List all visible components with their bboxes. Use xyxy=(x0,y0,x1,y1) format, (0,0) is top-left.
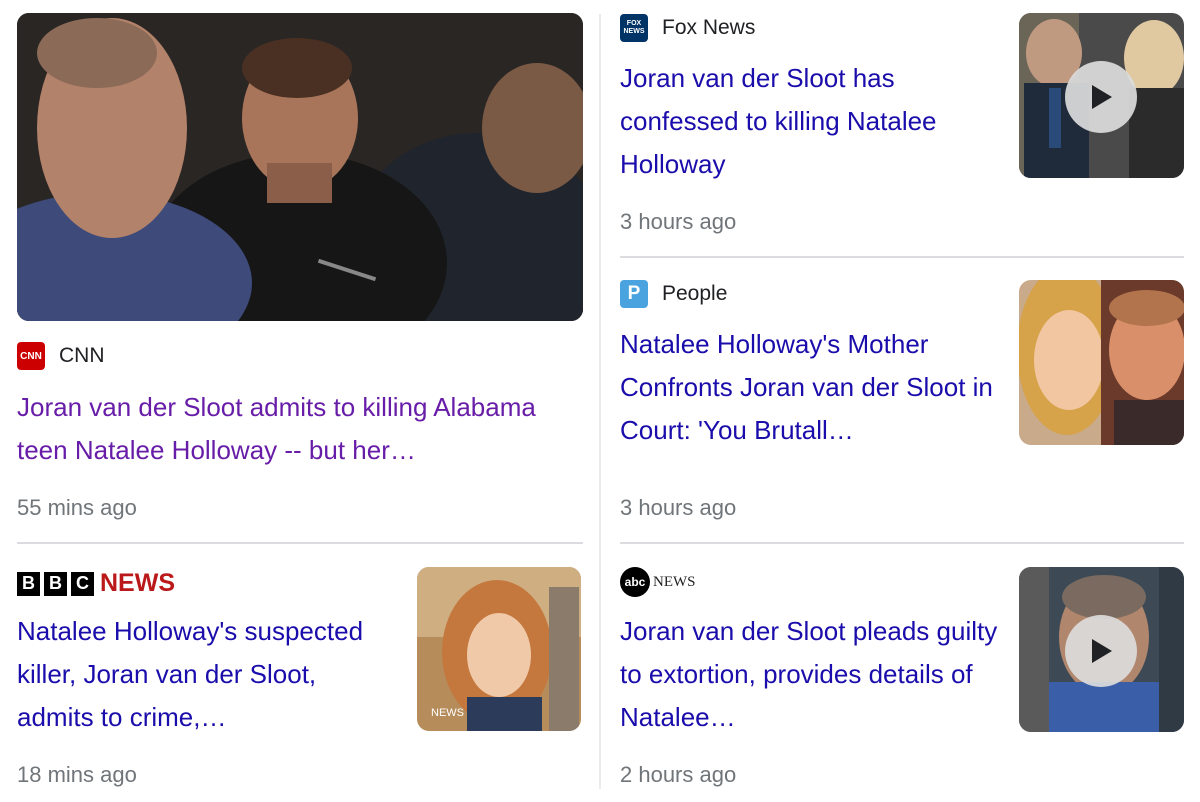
headline[interactable]: Joran van der Sloot has confessed to kil… xyxy=(620,57,995,187)
headline[interactable]: Joran van der Sloot pleads guilty to ext… xyxy=(620,610,1000,740)
news-card-people[interactable]: P People Natalee Holloway's Mother Confr… xyxy=(620,280,1184,525)
headline[interactable]: Natalee Holloway's suspected killer, Jor… xyxy=(17,610,397,740)
source-row: P People xyxy=(620,280,727,308)
news-card-fox-news[interactable]: FOX NEWS Fox News Joran van der Sloot ha… xyxy=(620,13,1184,243)
source-name: Fox News xyxy=(662,16,756,39)
divider xyxy=(17,542,583,544)
source-row: B B C NEWS xyxy=(17,569,175,598)
source-row: CNN CNN xyxy=(17,342,105,370)
headline[interactable]: Natalee Holloway's Mother Confronts Jora… xyxy=(620,323,1000,453)
news-card-cnn[interactable]: CNN CNN Joran van der Sloot admits to ki… xyxy=(17,13,583,528)
bbc-logo-icon: B B C NEWS xyxy=(17,569,175,598)
source-name: People xyxy=(662,282,728,305)
cnn-logo-icon: CNN xyxy=(17,342,45,370)
video-thumbnail[interactable] xyxy=(1019,13,1184,178)
headline[interactable]: Joran van der Sloot admits to killing Al… xyxy=(17,386,583,472)
people-logo-icon: P xyxy=(620,280,648,308)
timestamp: 18 mins ago xyxy=(17,762,137,787)
bbc-watermark: NEWS xyxy=(431,707,464,719)
timestamp: 3 hours ago xyxy=(620,209,737,234)
source-row: FOX NEWS Fox News xyxy=(620,14,755,42)
news-card-bbc[interactable]: B B C NEWS Natalee Holloway's suspected … xyxy=(17,565,583,790)
article-image xyxy=(17,13,583,321)
article-thumbnail: NEWS xyxy=(417,567,581,731)
source-name: CNN xyxy=(59,344,105,367)
play-icon[interactable] xyxy=(1065,61,1137,133)
timestamp: 3 hours ago xyxy=(620,495,737,520)
article-thumbnail xyxy=(1019,280,1184,445)
source-row: abc NEWS xyxy=(620,567,696,597)
timestamp: 55 mins ago xyxy=(17,495,137,520)
play-icon[interactable] xyxy=(1065,615,1137,687)
video-thumbnail[interactable] xyxy=(1019,567,1184,732)
column-divider xyxy=(599,14,601,789)
abc-news-logo-icon: abc NEWS xyxy=(620,567,696,597)
divider xyxy=(620,256,1184,258)
news-card-abc-news[interactable]: abc NEWS Joran van der Sloot pleads guil… xyxy=(620,565,1184,790)
fox-news-logo-icon: FOX NEWS xyxy=(620,14,648,42)
divider xyxy=(620,542,1184,544)
timestamp: 2 hours ago xyxy=(620,762,737,787)
